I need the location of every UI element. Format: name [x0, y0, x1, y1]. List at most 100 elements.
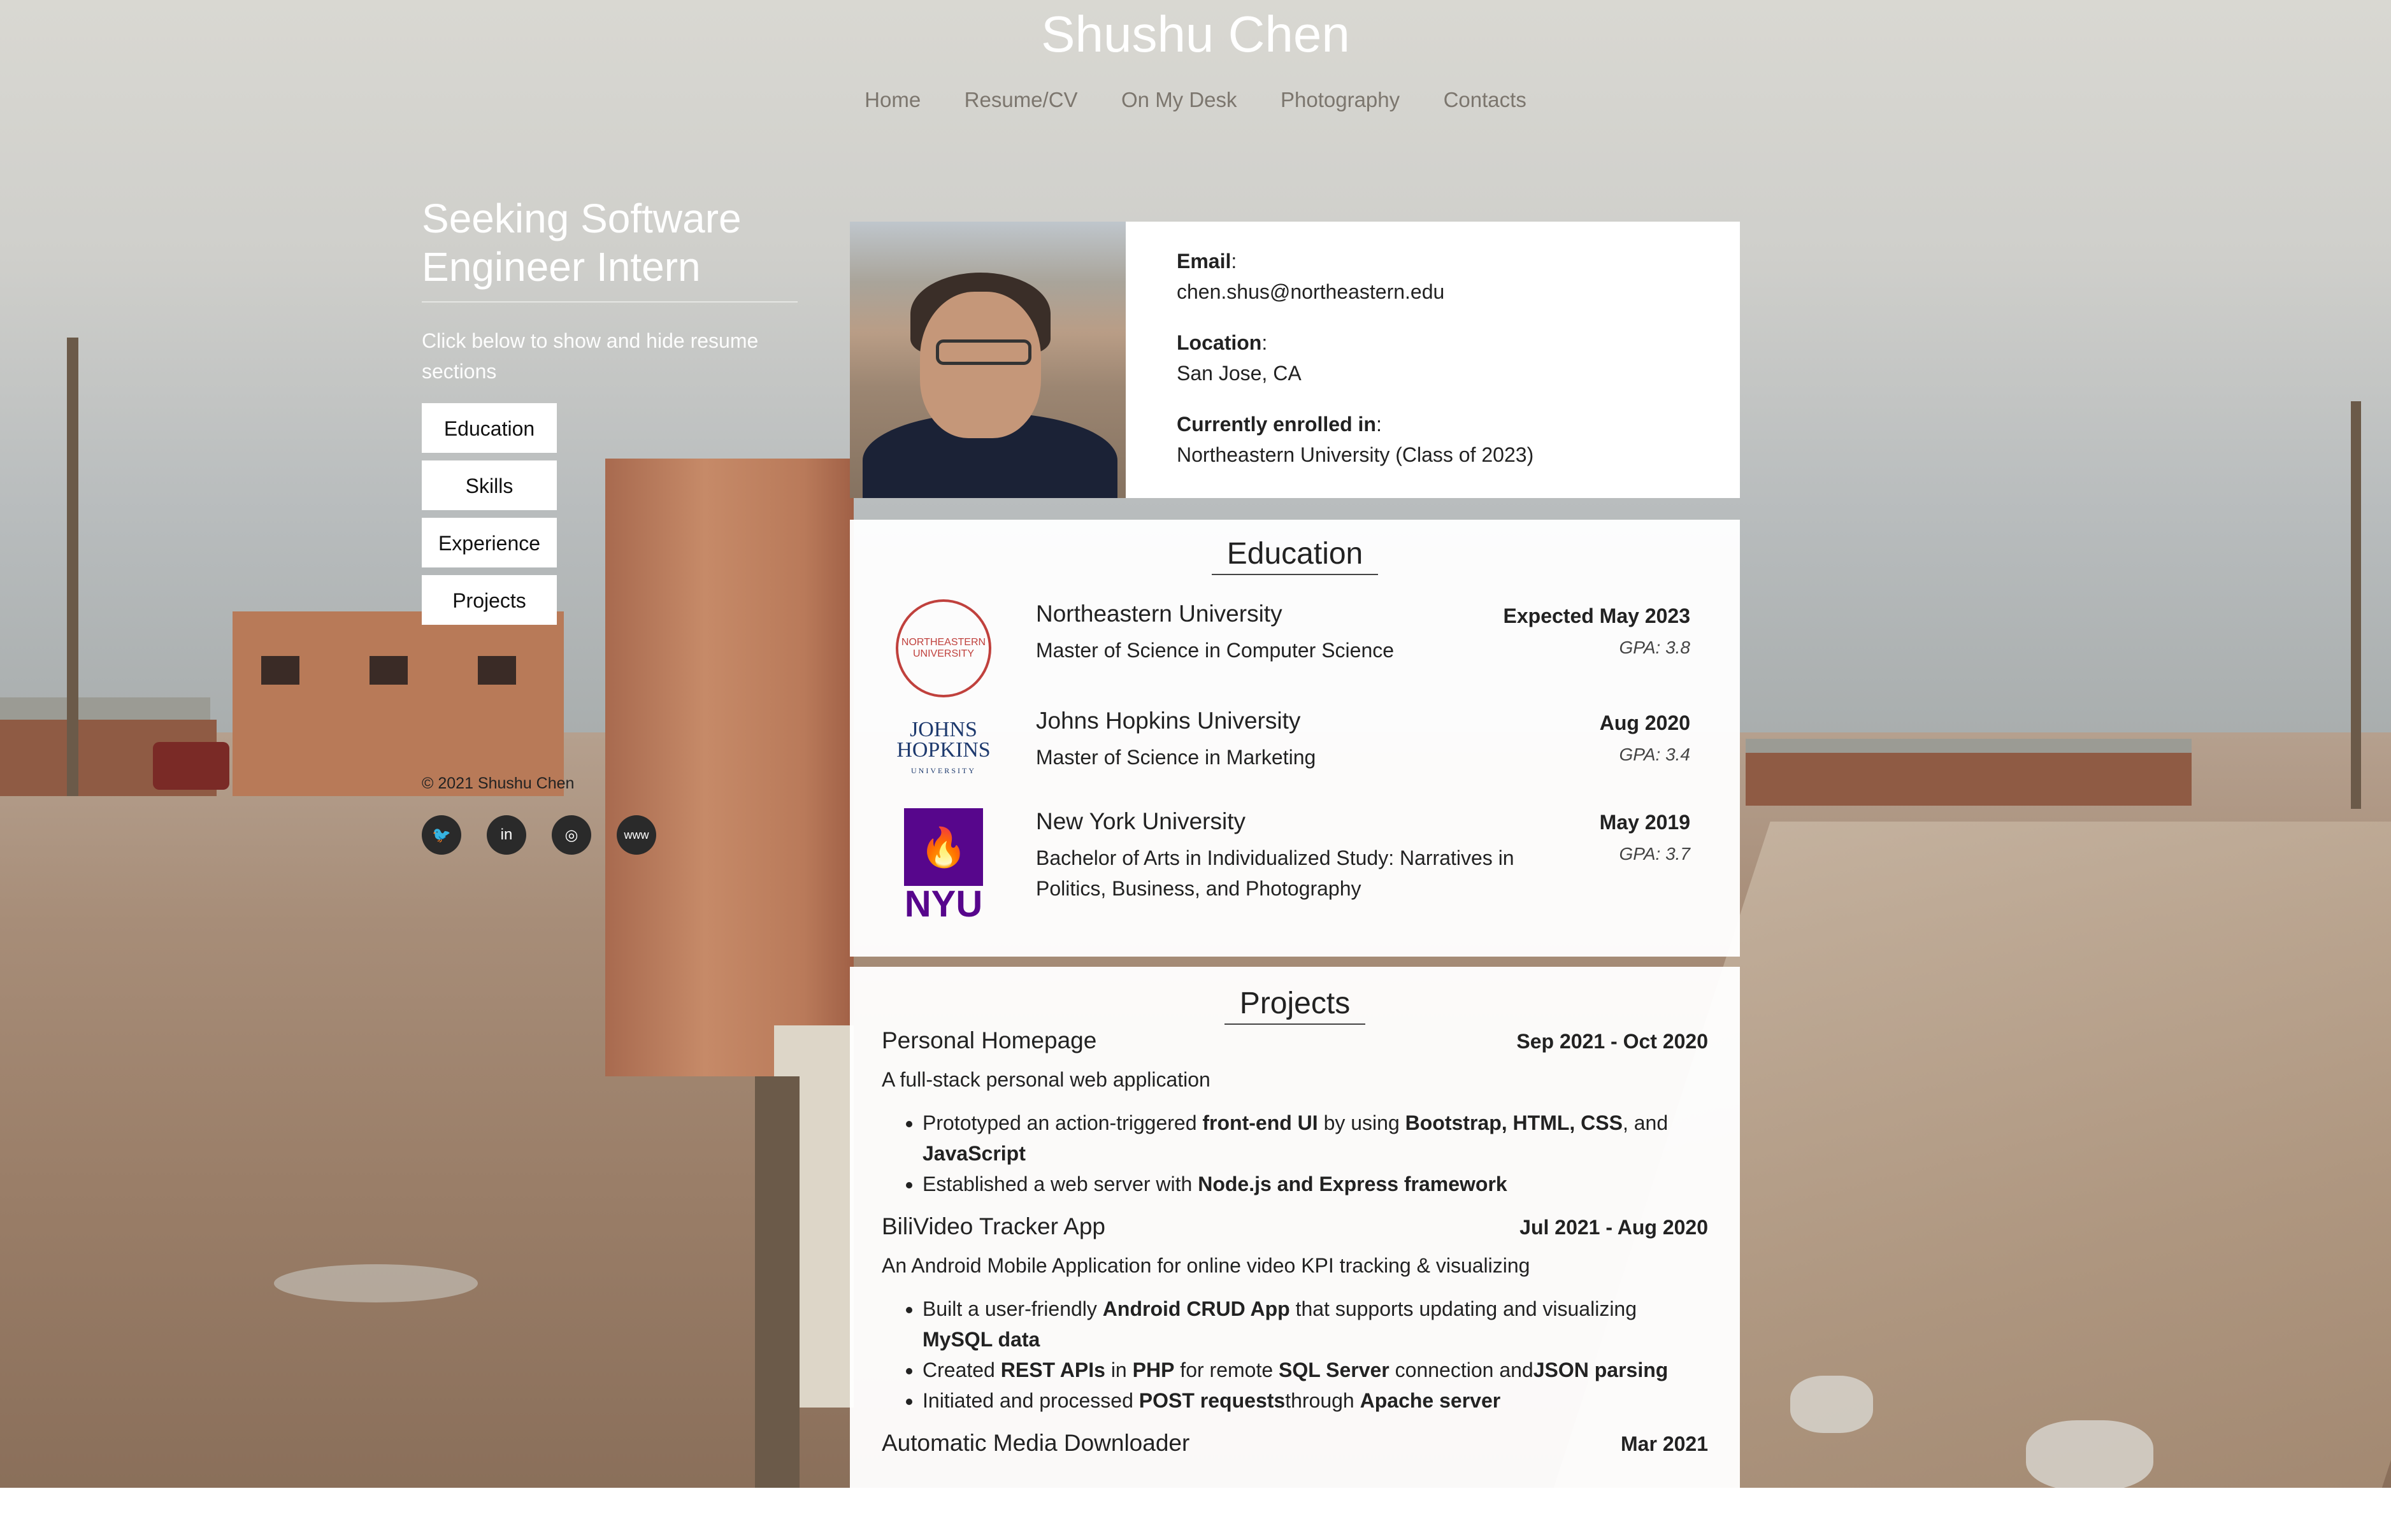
- project-date: Mar 2021: [1621, 1432, 1708, 1455]
- email-value[interactable]: chen.shus@northeastern.edu: [1177, 276, 1533, 307]
- toggle-projects-button[interactable]: Projects: [422, 575, 557, 625]
- nyu-logo: 🔥 NYU: [896, 808, 991, 923]
- window: [370, 656, 408, 685]
- bullet-text: through: [1285, 1389, 1360, 1412]
- nav-contacts[interactable]: Contacts: [1444, 88, 1526, 112]
- gpa: GPA: 3.8: [1619, 638, 1690, 657]
- education-item: NORTHEASTERN UNIVERSITY Northeastern Uni…: [850, 599, 1740, 708]
- site-title: Shushu Chen: [1041, 6, 1350, 62]
- bullet-keyword: front-end UI: [1202, 1111, 1318, 1134]
- bullet-text: Created: [923, 1358, 1001, 1381]
- linkedin-icon[interactable]: in: [487, 815, 526, 855]
- bullet-keyword: Apache server: [1360, 1389, 1501, 1412]
- copyright: © 2021 Shushu Chen: [422, 774, 575, 792]
- projects-title-text: Projects: [1224, 986, 1366, 1025]
- nav-photography[interactable]: Photography: [1281, 88, 1400, 112]
- bullet-keyword: Android CRUD App: [1102, 1297, 1290, 1320]
- enrolled-value: Northeastern University (Class of 2023): [1177, 443, 1534, 466]
- sign-post: [755, 1076, 800, 1488]
- bullet-text: , and: [1622, 1111, 1669, 1134]
- project-header: Automatic Media Downloader Mar 2021: [882, 1427, 1708, 1465]
- education-section: Education NORTHEASTERN UNIVERSITY Northe…: [850, 520, 1740, 957]
- project-bullet: Created REST APIs in PHP for remote SQL …: [923, 1355, 1708, 1385]
- school-name: New York University: [1036, 808, 1246, 834]
- bullet-keyword: JavaScript: [923, 1142, 1026, 1165]
- photo-face: [920, 292, 1041, 438]
- project-bullet: Built a user-friendly Android CRUD App t…: [923, 1294, 1708, 1355]
- education-title-text: Education: [1211, 536, 1379, 575]
- project-bullet: Prototyped an action-triggered front-end…: [923, 1108, 1708, 1169]
- top-nav: Home Resume/CV On My Desk Photography Co…: [0, 88, 2391, 112]
- location-value: San Jose, CA: [1177, 362, 1302, 385]
- nav-resume[interactable]: Resume/CV: [965, 88, 1078, 112]
- nav-home[interactable]: Home: [865, 88, 921, 112]
- school-name: Johns Hopkins University: [1036, 708, 1301, 734]
- bullet-text: connection and: [1389, 1358, 1533, 1381]
- red-car: [153, 742, 229, 790]
- jhu-logo: JOHNS HOPKINS UNIVERSITY: [896, 702, 991, 798]
- project-bullet: Initiated and processed POST requeststhr…: [923, 1385, 1708, 1416]
- bullet-keyword: JSON parsing: [1533, 1358, 1669, 1381]
- sidebar-headline: Seeking Software Engineer Intern: [422, 194, 798, 303]
- nyu-wordmark: NYU: [904, 883, 983, 925]
- contact-info: Email: chen.shus@northeastern.edu Locati…: [1177, 246, 1533, 490]
- education-item: 🔥 NYU New York University Bachelor of Ar…: [850, 808, 1740, 923]
- nav-on-my-desk[interactable]: On My Desk: [1121, 88, 1237, 112]
- utility-pole: [67, 338, 78, 796]
- location-label: Location: [1177, 331, 1262, 354]
- toggle-skills-button[interactable]: Skills: [422, 460, 557, 510]
- far-roof: [1746, 739, 2192, 753]
- sidebar-hint: Click below to show and hide resume sect…: [422, 329, 759, 383]
- jhu-word-johns: JOHNS: [910, 718, 977, 741]
- instagram-icon[interactable]: ◎: [552, 815, 591, 855]
- house-roof: [0, 697, 210, 723]
- twitter-icon[interactable]: 🐦: [422, 815, 461, 855]
- rock: [2026, 1420, 2153, 1488]
- education-item: JOHNS HOPKINS UNIVERSITY Johns Hopkins U…: [850, 708, 1740, 808]
- bullet-text: Built a user-friendly: [923, 1297, 1103, 1320]
- project-list: Personal Homepage Sep 2021 - Oct 2020 A f…: [850, 1025, 1740, 1465]
- project-name: Automatic Media Downloader: [882, 1430, 1190, 1456]
- toggle-experience-button[interactable]: Experience: [422, 518, 557, 567]
- jhu-wordmark: JOHNS HOPKINS UNIVERSITY: [896, 718, 991, 781]
- project-header: Personal Homepage Sep 2021 - Oct 2020: [882, 1025, 1708, 1063]
- jhu-word-hopkins: HOPKINS: [896, 738, 991, 762]
- bullet-keyword: POST requests: [1138, 1389, 1286, 1412]
- email-label: Email: [1177, 250, 1231, 273]
- far-building: [1746, 748, 2192, 806]
- bullet-text: that supports updating and visualizing: [1289, 1297, 1637, 1320]
- degree: Master of Science in Marketing: [1036, 746, 1316, 769]
- degree: Master of Science in Computer Science: [1036, 639, 1395, 662]
- window: [261, 656, 299, 685]
- project-name: BiliVideo Tracker App: [882, 1213, 1106, 1239]
- brick-building: [233, 611, 564, 796]
- project-date: Sep 2021 - Oct 2020: [1516, 1030, 1708, 1053]
- profile-photo: [850, 222, 1126, 498]
- education-title: Education: [850, 520, 1740, 575]
- bullet-text: Initiated and processed: [923, 1389, 1139, 1412]
- bullet-keyword: PHP: [1132, 1358, 1175, 1381]
- edu-date: Expected May 2023: [1503, 604, 1691, 627]
- profile-card: Email: chen.shus@northeastern.edu Locati…: [850, 222, 1740, 498]
- social-links: 🐦 in ◎ www: [422, 815, 656, 855]
- edu-date: May 2019: [1599, 811, 1690, 834]
- puddle: [274, 1264, 478, 1302]
- project-header: BiliVideo Tracker App Jul 2021 - Aug 202…: [882, 1211, 1708, 1249]
- projects-section: Projects Personal Homepage Sep 2021 - Oc…: [850, 967, 1740, 1540]
- bullet-keyword: SQL Server: [1279, 1358, 1389, 1381]
- bullet-keyword: Node.js and Express framework: [1198, 1173, 1507, 1195]
- utility-pole: [2351, 401, 2361, 809]
- main-content: Email: chen.shus@northeastern.edu Locati…: [850, 222, 1740, 1540]
- torch-icon: 🔥: [904, 808, 983, 886]
- toggle-education-button[interactable]: Education: [422, 403, 557, 453]
- project-date: Jul 2021 - Aug 2020: [1519, 1216, 1708, 1239]
- degree: Bachelor of Arts in Individualized Study…: [1036, 846, 1514, 900]
- rock: [1790, 1376, 1873, 1433]
- website-icon[interactable]: www: [617, 815, 656, 855]
- project-bullets: Prototyped an action-triggered front-end…: [882, 1108, 1708, 1199]
- window: [478, 656, 516, 685]
- bullet-keyword: REST APIs: [1000, 1358, 1105, 1381]
- northeastern-seal: NORTHEASTERN UNIVERSITY: [896, 599, 991, 697]
- bullet-text: by using: [1318, 1111, 1405, 1134]
- bullet-keyword: MySQL data: [923, 1328, 1040, 1351]
